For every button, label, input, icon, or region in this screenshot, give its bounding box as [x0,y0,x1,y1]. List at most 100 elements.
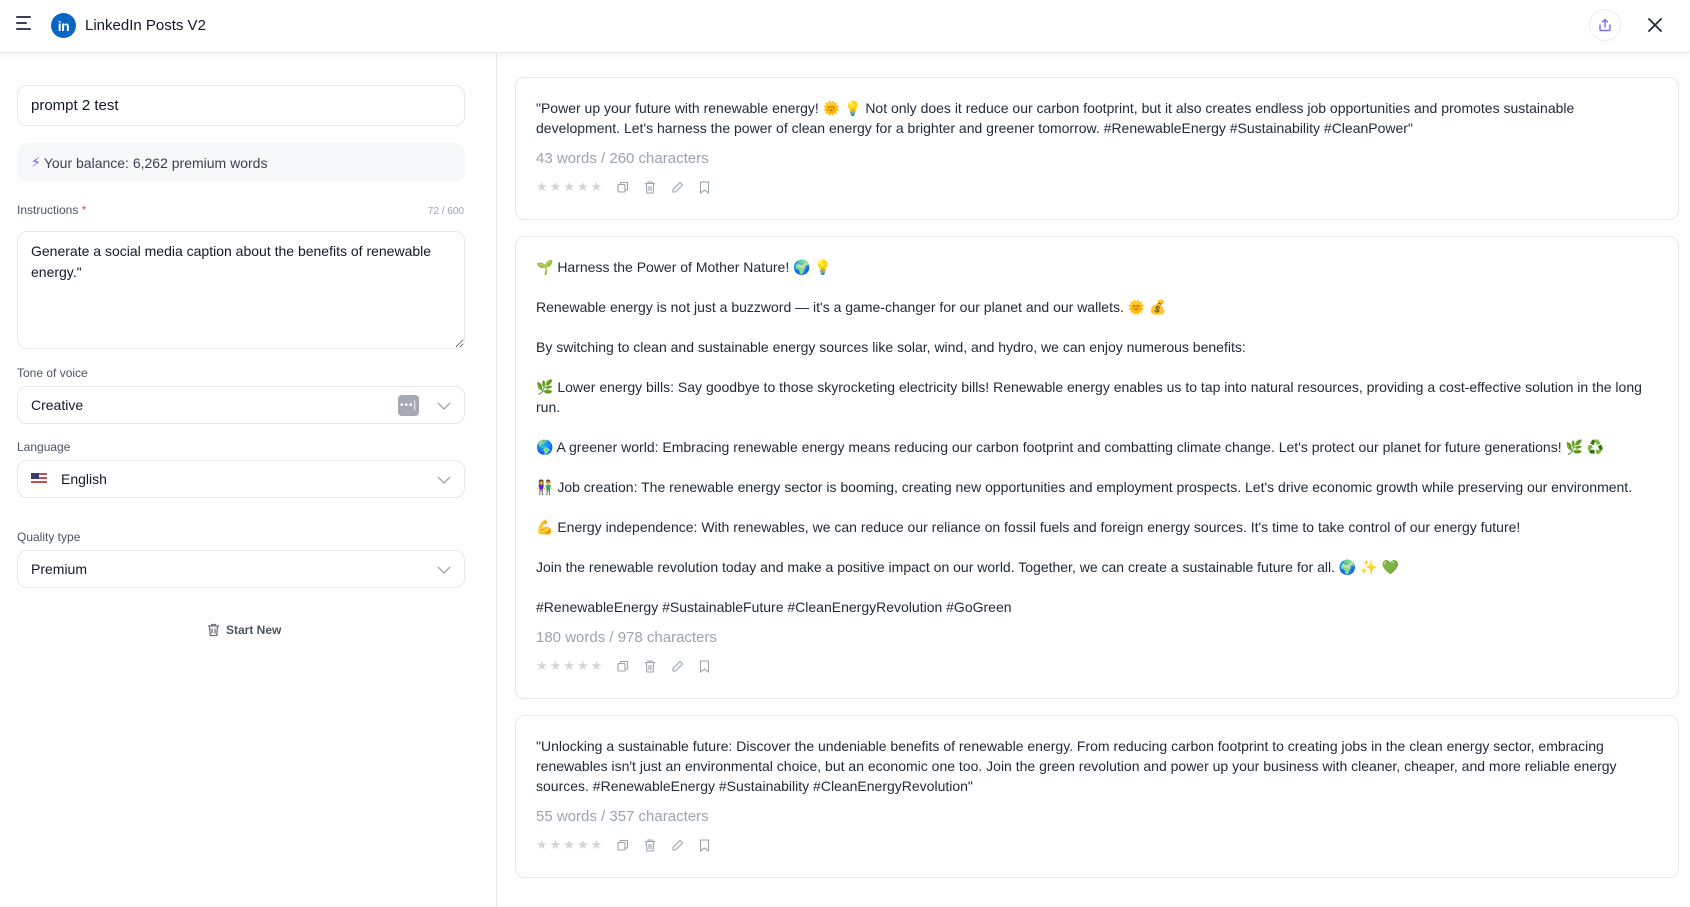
close-button[interactable] [1644,14,1666,36]
result-text[interactable]: "Power up your future with renewable ene… [536,98,1658,138]
instructions-textarea[interactable]: Generate a social media caption about th… [17,231,465,349]
star-icon[interactable]: ★ [563,179,575,195]
tone-value: Creative [31,397,84,413]
instructions-label: Instructions * [17,203,86,217]
star-icon[interactable]: ★ [550,179,562,195]
lightning-icon: ⚡ [31,154,41,170]
star-icon[interactable]: ★ [577,837,589,853]
result-paragraph: Join the renewable revolution today and … [536,559,1399,575]
result-paragraph: "Power up your future with renewable ene… [536,100,1575,136]
star-icon[interactable]: ★ [563,837,575,853]
document-title-input[interactable] [17,85,465,126]
delete-button[interactable] [641,836,659,854]
result-paragraph: 🌱 Harness the Power of Mother Nature! 🌍 … [536,259,832,275]
bookmark-button[interactable] [695,657,713,675]
star-icon[interactable]: ★ [536,658,548,674]
close-icon [1648,18,1662,32]
start-new-button[interactable]: Start New [207,623,281,637]
pencil-icon [672,839,684,851]
result-card: "Power up your future with renewable ene… [515,77,1679,220]
result-paragraph: 👫 Job creation: The renewable energy sec… [536,479,1633,495]
balance-text: Your balance: 6,262 premium words [43,154,268,171]
chevron-down-icon [437,566,451,574]
word-character-count: 180 words / 978 characters [536,629,717,646]
star-icon[interactable]: ★ [536,179,548,195]
word-character-count: 43 words / 260 characters [536,150,709,167]
bookmark-icon [699,659,709,673]
quality-value: Premium [31,561,88,577]
star-icon[interactable]: ★ [591,179,603,195]
star-icon[interactable]: ★ [563,658,575,674]
result-text[interactable]: 🌱 Harness the Power of Mother Nature! 🌍 … [536,257,1658,617]
trash-icon [645,838,656,852]
rating-stars[interactable]: ★ ★ ★ ★ ★ [536,179,604,195]
chevron-down-icon [437,476,451,484]
copy-icon [617,181,629,193]
tone-label: Tone of voice [17,366,88,380]
result-paragraph: Renewable energy is not just a buzzword … [536,299,1167,315]
custom-tone-icon[interactable]: •••| [398,395,419,416]
copy-button[interactable] [614,657,632,675]
edit-button[interactable] [668,836,686,854]
copy-icon [617,660,629,672]
rating-stars[interactable]: ★ ★ ★ ★ ★ [536,837,604,853]
star-icon[interactable]: ★ [536,837,548,853]
tone-select[interactable]: Creative •••| [17,386,465,424]
card-actions: ★ ★ ★ ★ ★ [536,835,1658,855]
trash-icon [208,623,219,637]
linkedin-logo-icon: in [51,13,76,38]
result-paragraph: By switching to clean and sustainable en… [536,339,1246,355]
pencil-icon [672,181,684,193]
results-panel: "Power up your future with renewable ene… [498,53,1690,907]
quality-label: Quality type [17,530,81,544]
bookmark-icon [699,180,709,194]
copy-button[interactable] [614,836,632,854]
delete-button[interactable] [641,657,659,675]
bookmark-button[interactable] [695,836,713,854]
chevron-down-icon [437,402,451,410]
result-card: "Unlocking a sustainable future: Discove… [515,715,1679,878]
copy-icon [617,839,629,851]
trash-icon [645,659,656,673]
balance-banner: ⚡ Your balance: 6,262 premium words [17,143,465,182]
hamburger-menu-icon[interactable] [16,16,34,34]
star-icon[interactable]: ★ [591,658,603,674]
quality-select[interactable]: Premium [17,550,465,588]
us-flag-icon [31,473,47,485]
result-paragraph: 💪 Energy independence: With renewables, … [536,519,1521,535]
star-icon[interactable]: ★ [591,837,603,853]
result-card: 🌱 Harness the Power of Mother Nature! 🌍 … [515,236,1679,699]
result-paragraph: 🌎 A greener world: Embracing renewable e… [536,439,1605,455]
delete-button[interactable] [641,178,659,196]
rating-stars[interactable]: ★ ★ ★ ★ ★ [536,658,604,674]
star-icon[interactable]: ★ [577,179,589,195]
settings-sidebar: ⚡ Your balance: 6,262 premium words Inst… [0,53,497,907]
result-paragraph: "Unlocking a sustainable future: Discove… [536,738,1617,794]
edit-button[interactable] [668,657,686,675]
bookmark-icon [699,838,709,852]
result-paragraph: #RenewableEnergy #SustainableFuture #Cle… [536,599,1012,615]
star-icon[interactable]: ★ [577,658,589,674]
language-select[interactable]: English [17,460,465,498]
bookmark-button[interactable] [695,178,713,196]
word-character-count: 55 words / 357 characters [536,808,709,825]
share-upload-icon [1599,18,1611,32]
instructions-label-text: Instructions [17,203,79,217]
app-header: in LinkedIn Posts V2 [0,0,1690,53]
required-mark: * [81,203,87,217]
instructions-char-counter: 72 / 600 [427,206,464,217]
star-icon[interactable]: ★ [550,837,562,853]
card-actions: ★ ★ ★ ★ ★ [536,177,1658,197]
edit-button[interactable] [668,178,686,196]
start-new-label: Start New [226,623,282,637]
language-value: English [61,471,107,487]
pencil-icon [672,660,684,672]
language-label: Language [17,440,71,454]
share-button[interactable] [1589,9,1621,41]
result-text[interactable]: "Unlocking a sustainable future: Discove… [536,736,1658,796]
trash-icon [645,180,656,194]
app-title: LinkedIn Posts V2 [85,17,206,34]
star-icon[interactable]: ★ [550,658,562,674]
card-actions: ★ ★ ★ ★ ★ [536,656,1658,676]
copy-button[interactable] [614,178,632,196]
